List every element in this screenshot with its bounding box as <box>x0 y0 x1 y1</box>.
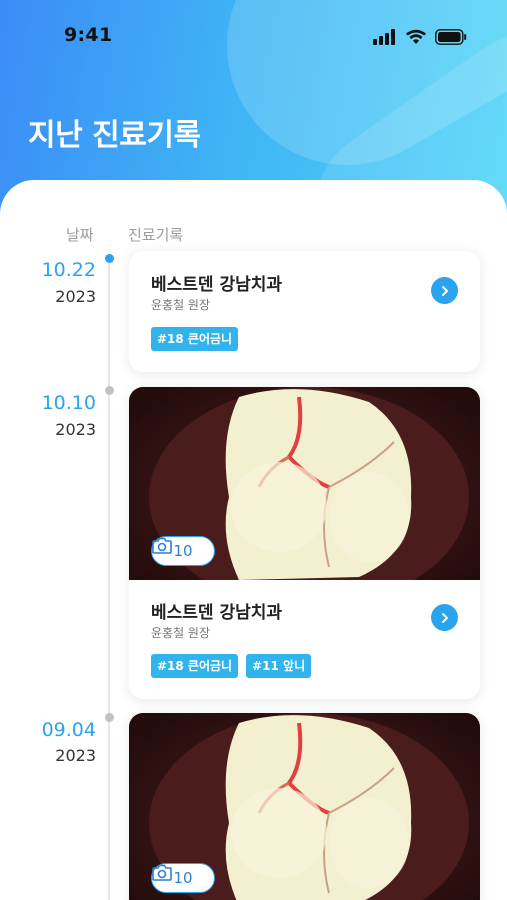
camera-icon <box>152 537 172 554</box>
photo-count-badge[interactable]: 10 <box>151 863 215 893</box>
timeline-dot <box>105 386 114 395</box>
status-bar: 9:41 <box>0 0 507 70</box>
record-date-year: 2023 <box>55 420 96 439</box>
timeline-dot <box>105 713 114 722</box>
photo-count-value: 10 <box>173 542 193 560</box>
cellular-signal-icon <box>373 29 395 45</box>
record-date-day: 09.04 <box>41 719 96 741</box>
photo-count-badge[interactable]: 10 <box>151 536 215 566</box>
camera-icon <box>152 864 172 881</box>
clinic-name: 베스트덴 강남치과 <box>151 275 283 295</box>
tooth-tag: #18 큰어금니 <box>151 327 239 351</box>
column-header-date: 날짜 <box>66 226 94 244</box>
record-date-year: 2023 <box>55 287 96 306</box>
chevron-right-icon <box>441 612 448 623</box>
doctor-name: 윤홍철 원장 <box>151 626 211 640</box>
intraoral-photo[interactable]: 10 <box>129 387 480 580</box>
battery-icon <box>435 29 467 45</box>
record-date-day: 10.10 <box>41 392 96 414</box>
record-card[interactable]: 10 <box>129 713 480 900</box>
record-card[interactable]: 베스트덴 강남치과 윤홍철 원장 #18 큰어금니 <box>129 251 480 372</box>
photo-count-value: 10 <box>173 869 193 887</box>
record-detail-button[interactable] <box>431 277 458 304</box>
page-title: 지난 진료기록 <box>28 118 201 153</box>
record-card[interactable]: 10 베스트덴 강남치과 윤홍철 원장 #18 큰어금니 #11 앞니 <box>129 387 480 699</box>
tooth-tag: #11 앞니 <box>246 654 312 678</box>
wifi-icon <box>406 29 426 44</box>
tooth-tag: #18 큰어금니 <box>151 654 239 678</box>
clinic-name: 베스트덴 강남치과 <box>151 603 283 623</box>
intraoral-photo[interactable]: 10 <box>129 713 480 900</box>
column-header-record: 진료기록 <box>128 226 184 244</box>
record-date-year: 2023 <box>55 746 96 765</box>
timeline-line <box>108 258 110 900</box>
record-detail-button[interactable] <box>431 604 458 631</box>
status-time: 9:41 <box>64 24 113 46</box>
timeline-dot-active <box>105 254 114 263</box>
doctor-name: 윤홍철 원장 <box>151 298 211 312</box>
record-date-day: 10.22 <box>41 259 96 281</box>
tag-list: #18 큰어금니 <box>151 327 239 351</box>
status-icons <box>373 29 467 45</box>
chevron-right-icon <box>441 285 448 296</box>
tag-list: #18 큰어금니 #11 앞니 <box>151 654 312 678</box>
